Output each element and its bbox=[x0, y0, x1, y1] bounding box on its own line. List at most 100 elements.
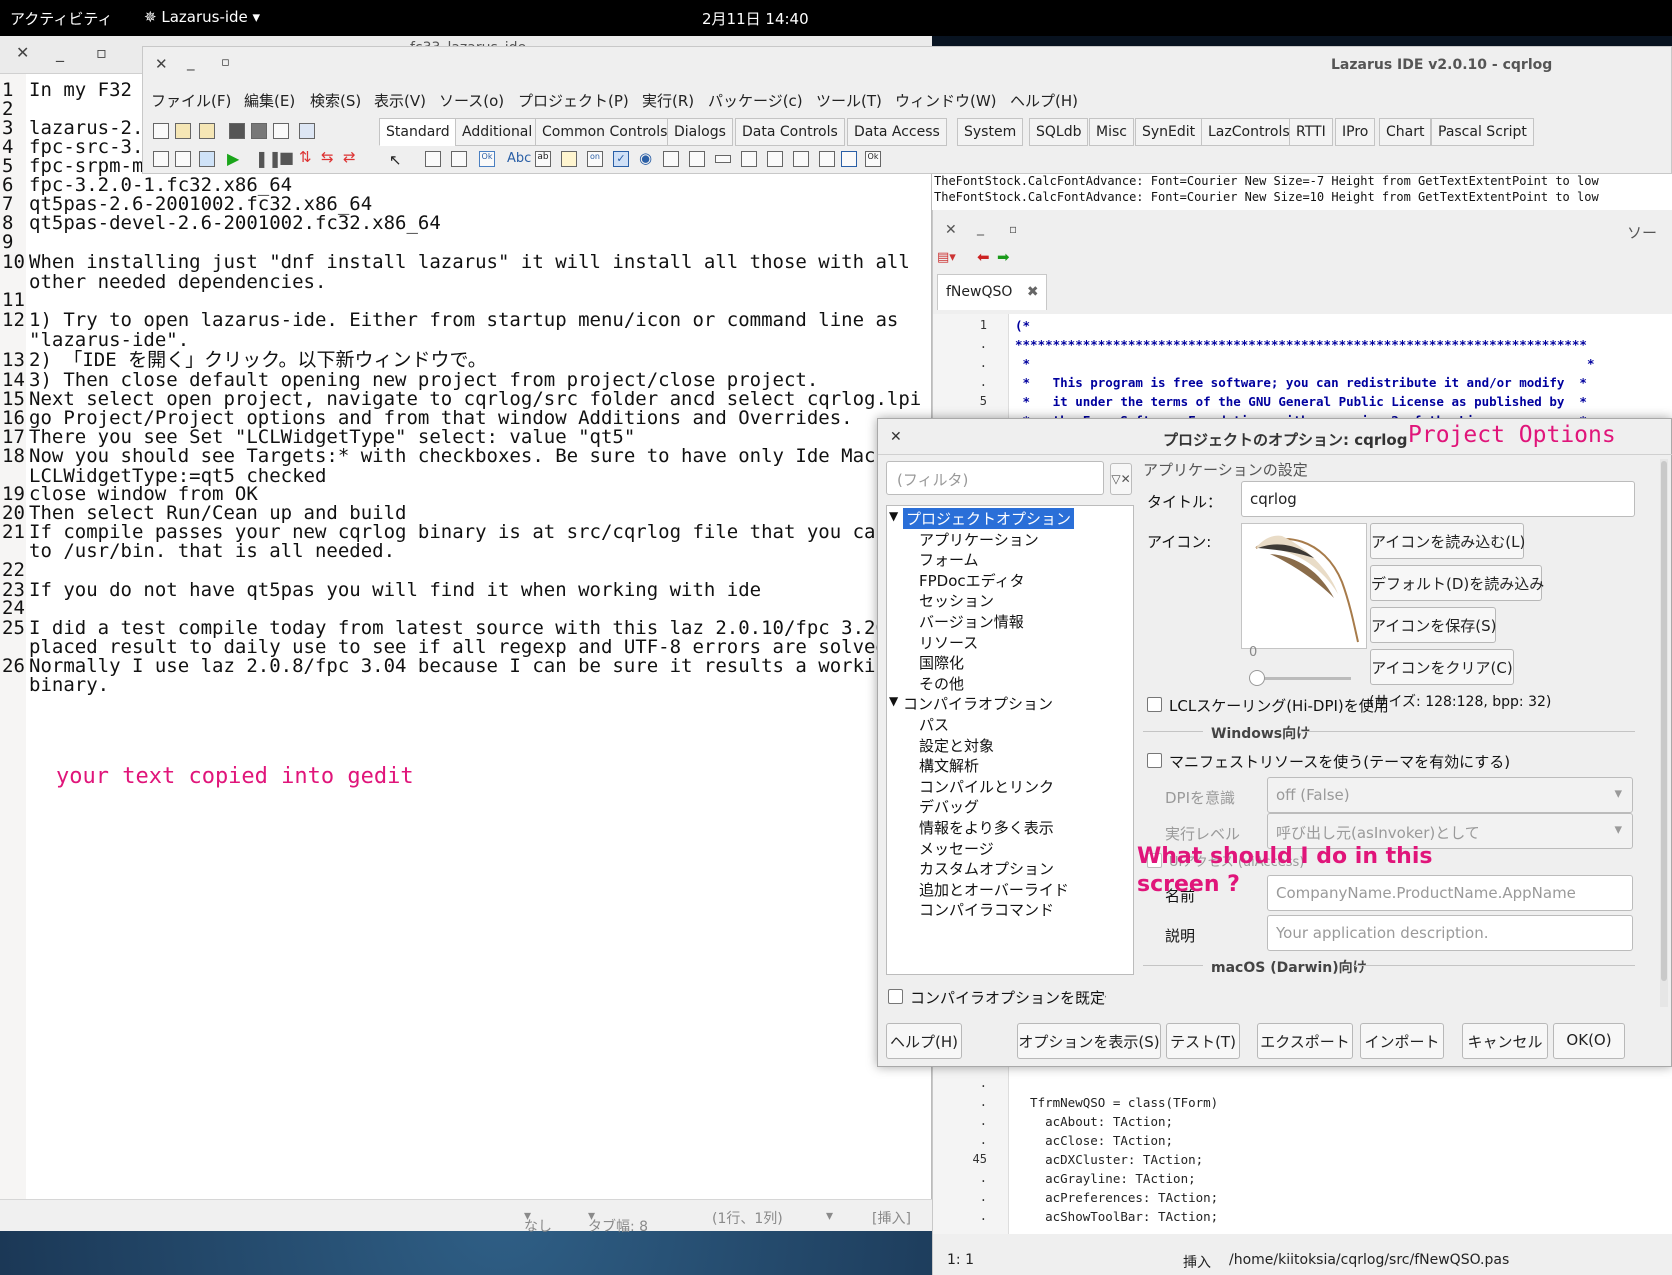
label-component-icon[interactable]: Abc bbox=[507, 151, 531, 166]
step-out-icon[interactable]: ⇄ bbox=[343, 148, 356, 166]
menu-project[interactable]: プロジェクト(P) bbox=[518, 90, 629, 111]
show-options-button[interactable]: オプションを表示(S) bbox=[1017, 1023, 1161, 1059]
popup-menu-icon[interactable] bbox=[451, 151, 467, 167]
palette-tab-lazcontrols[interactable]: LazControls bbox=[1201, 118, 1297, 146]
tree-item[interactable]: カスタムオプション bbox=[919, 858, 1054, 879]
manifest-checkbox[interactable] bbox=[1147, 753, 1162, 768]
tree-item[interactable]: FPDocエディタ bbox=[919, 570, 1025, 591]
minimize-icon[interactable]: _ bbox=[977, 220, 984, 236]
view-forms-icon[interactable] bbox=[175, 151, 191, 167]
tree-item[interactable]: 追加とオーバーライド bbox=[919, 879, 1069, 900]
title-input[interactable]: cqrlog bbox=[1241, 481, 1635, 517]
jump-forward-icon[interactable]: ➡ bbox=[997, 248, 1010, 266]
menu-view[interactable]: 表示(V) bbox=[374, 90, 426, 111]
step-over-icon[interactable]: ⇆ bbox=[321, 148, 334, 166]
palette-tab-additional[interactable]: Additional bbox=[455, 118, 540, 146]
close-icon[interactable]: ✕ bbox=[945, 222, 957, 238]
tree-item[interactable]: 構文解析 bbox=[919, 755, 979, 776]
edit-component-icon[interactable]: ab bbox=[535, 151, 551, 167]
radiobutton-component-icon[interactable]: ◉ bbox=[639, 149, 652, 167]
tree-item[interactable]: コンパイラオプション bbox=[903, 693, 1053, 714]
new-form-icon[interactable] bbox=[153, 151, 169, 167]
checkbox-component-icon[interactable]: ✓ bbox=[613, 151, 629, 167]
menu-help[interactable]: ヘルプ(H) bbox=[1010, 90, 1078, 111]
tree-item[interactable]: メッセージ bbox=[919, 838, 994, 859]
help-button[interactable]: ヘルプ(H) bbox=[886, 1023, 962, 1059]
maximize-icon[interactable]: ▫ bbox=[96, 43, 107, 62]
app-menu[interactable]: ✵ Lazarus-ide ▾ bbox=[144, 8, 260, 26]
tree-item[interactable]: コンパイラコマンド bbox=[919, 899, 1054, 920]
toggle-form-icon[interactable] bbox=[273, 123, 289, 139]
minimize-icon[interactable]: _ bbox=[187, 53, 195, 71]
menu-file[interactable]: ファイル(F) bbox=[151, 90, 231, 111]
palette-tab-common-controls[interactable]: Common Controls bbox=[535, 118, 675, 146]
save-icon-button[interactable]: アイコンを保存(S) bbox=[1370, 607, 1496, 643]
new-unit-icon[interactable] bbox=[153, 123, 169, 139]
pointer-icon[interactable]: ↖ bbox=[389, 151, 402, 169]
close-tab-icon[interactable]: ✖ bbox=[1027, 284, 1039, 300]
palette-tab-rtti[interactable]: RTTI bbox=[1289, 118, 1333, 146]
menu-source[interactable]: ソース(o) bbox=[439, 90, 504, 111]
close-icon[interactable]: ✕ bbox=[890, 429, 902, 445]
tree-item[interactable]: その他 bbox=[919, 673, 964, 694]
language-selector[interactable]: なし ▾ bbox=[524, 1208, 552, 1235]
slider-handle[interactable] bbox=[1249, 670, 1265, 686]
menu-search[interactable]: 検索(S) bbox=[310, 90, 361, 111]
actionlist-component-icon[interactable]: Ok bbox=[865, 151, 881, 167]
save-all-icon[interactable] bbox=[251, 123, 267, 139]
build-mode-icon[interactable] bbox=[199, 151, 215, 167]
stop-icon[interactable]: ■ bbox=[279, 148, 294, 167]
menu-tools[interactable]: ツール(T) bbox=[816, 90, 882, 111]
palette-tab-standard[interactable]: Standard bbox=[379, 118, 457, 146]
scrollbar-component-icon[interactable] bbox=[715, 155, 731, 163]
menu-run[interactable]: 実行(R) bbox=[642, 90, 694, 111]
tree-item[interactable]: アプリケーション bbox=[919, 529, 1039, 550]
description-input[interactable]: Your application description. bbox=[1267, 915, 1633, 951]
jump-back-icon[interactable]: ⬅ bbox=[977, 248, 990, 266]
main-menu-icon[interactable] bbox=[425, 151, 441, 167]
filter-input[interactable]: (フィルタ) bbox=[886, 461, 1104, 495]
palette-tab-synedit[interactable]: SynEdit bbox=[1135, 118, 1203, 146]
minimize-icon[interactable]: _ bbox=[56, 43, 64, 62]
tree-expander-icon[interactable]: ▼ bbox=[889, 509, 898, 523]
export-button[interactable]: エクスポート bbox=[1257, 1023, 1353, 1059]
tree-item[interactable]: バージョン情報 bbox=[919, 611, 1024, 632]
tree-item[interactable]: リソース bbox=[919, 632, 978, 653]
ok-button[interactable]: OK(O) bbox=[1553, 1023, 1625, 1059]
test-button[interactable]: テスト(T) bbox=[1166, 1023, 1240, 1059]
tree-item[interactable]: コンパイルとリンク bbox=[919, 776, 1054, 797]
tree-item[interactable]: 設定と対象 bbox=[919, 735, 994, 756]
tree-expander-icon[interactable]: ▼ bbox=[889, 694, 898, 708]
tree-item[interactable]: フォーム bbox=[919, 549, 979, 570]
palette-tab-dialogs[interactable]: Dialogs bbox=[667, 118, 733, 146]
tree-item[interactable]: プロジェクトオプション bbox=[903, 508, 1075, 529]
clear-filter-icon[interactable]: ▽✕ bbox=[1110, 463, 1132, 495]
memo-component-icon[interactable] bbox=[561, 151, 577, 167]
tab-width-selector[interactable]: タブ幅: 8 ▾ bbox=[588, 1208, 648, 1235]
togglebox-component-icon[interactable]: on bbox=[587, 151, 603, 167]
button-component-icon[interactable]: Ok bbox=[479, 151, 495, 167]
palette-tab-misc[interactable]: Misc bbox=[1089, 118, 1134, 146]
scrollbar-thumb[interactable] bbox=[1661, 461, 1667, 981]
tree-item[interactable]: パス bbox=[919, 714, 949, 735]
run-icon[interactable]: ▶ bbox=[227, 149, 239, 168]
clock[interactable]: 2月11日 14:40 bbox=[702, 8, 809, 29]
listbox-component-icon[interactable] bbox=[663, 151, 679, 167]
checkgroup-component-icon[interactable] bbox=[793, 151, 809, 167]
open-icon[interactable] bbox=[175, 123, 191, 139]
clear-icon-button[interactable]: アイコンをクリア(C) bbox=[1370, 649, 1514, 685]
close-icon[interactable]: ✕ bbox=[16, 43, 29, 62]
tab-fnewqso[interactable]: fNewQSO ✖ bbox=[937, 274, 1047, 310]
palette-tab-ipro[interactable]: IPro bbox=[1335, 118, 1376, 146]
tree-item[interactable]: 国際化 bbox=[919, 652, 964, 673]
position-dropdown-icon[interactable]: ▾ bbox=[826, 1208, 833, 1224]
close-icon[interactable]: ✕ bbox=[155, 55, 168, 73]
dpi-select[interactable]: off (False) ▾ bbox=[1267, 777, 1633, 813]
frame-component-icon[interactable] bbox=[841, 151, 857, 167]
dialog-scrollbar[interactable] bbox=[1660, 459, 1668, 1007]
combobox-component-icon[interactable] bbox=[689, 151, 705, 167]
step-into-icon[interactable]: ⇅ bbox=[299, 148, 312, 166]
options-tree[interactable]: ▼ プロジェクトオプション アプリケーション フォーム FPDocエディタ セッション バー… bbox=[886, 505, 1134, 975]
save-icon[interactable] bbox=[229, 123, 245, 139]
pause-icon[interactable]: ❚❚ bbox=[255, 149, 282, 168]
